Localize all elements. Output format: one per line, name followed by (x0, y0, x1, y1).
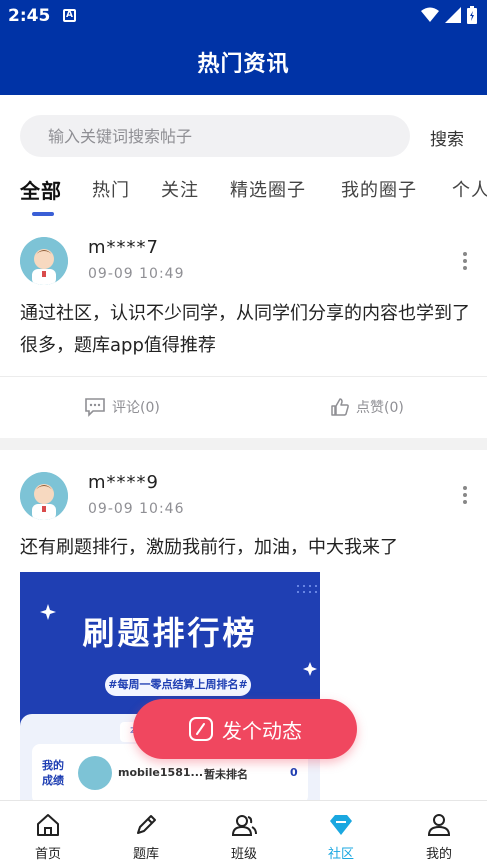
edit-icon (189, 717, 213, 741)
tab-all[interactable]: 全部 (20, 175, 62, 204)
search-button[interactable]: 搜索 (430, 125, 464, 150)
comment-count: 评论(0) (112, 400, 160, 416)
status-bar: 2:45 A (0, 0, 487, 34)
nav-mine[interactable]: 我的 (409, 811, 469, 862)
nav-home-label: 首页 (34, 847, 61, 862)
avatar[interactable] (20, 237, 68, 285)
nav-home[interactable]: 首页 (18, 811, 78, 862)
thumbs-up-icon (331, 398, 349, 416)
tab-indicator (32, 212, 54, 216)
battery-icon (467, 6, 477, 24)
tab-featured-circles[interactable]: 精选圈子 (230, 176, 306, 202)
image-subtitle: #每周一零点结算上周排名# (105, 674, 251, 696)
like-count: 点赞(0) (356, 400, 404, 416)
class-icon (231, 815, 257, 836)
search-row: 搜索 (0, 95, 487, 175)
diamond-icon (330, 815, 352, 835)
search-input[interactable] (20, 115, 410, 157)
nav-mine-label: 我的 (425, 847, 452, 862)
more-options-icon[interactable] (458, 484, 472, 508)
post-card: m****7 09-09 10:49 通过社区，认识不少同学，从同学们分享的内容… (0, 220, 487, 438)
wifi-icon (421, 7, 439, 22)
home-icon (37, 814, 59, 836)
comment-button[interactable]: 评论(0) (84, 397, 160, 417)
more-options-icon[interactable] (458, 250, 472, 274)
post-content[interactable]: 通过社区，认识不少同学，从同学们分享的内容也学到了很多，题库app值得推荐 (20, 298, 475, 362)
avatar[interactable] (20, 472, 68, 520)
post-time: 09-09 10:49 (88, 266, 185, 282)
rank-user-name: mobile1581... (118, 766, 204, 779)
nav-community[interactable]: 社区 (311, 811, 371, 862)
divider (0, 376, 487, 377)
my-score-label: 我的成绩 (42, 759, 64, 787)
image-title: 刷题排行榜 (82, 614, 258, 652)
nav-class-label: 班级 (230, 847, 257, 862)
post-dynamic-label: 发个动态 (222, 718, 302, 743)
bottom-nav: 首页 题库 班级 社区 我的 (0, 800, 487, 867)
app-bar: 热门资讯 (0, 34, 487, 95)
post-time: 09-09 10:46 (88, 501, 185, 517)
tab-follow[interactable]: 关注 (161, 176, 199, 202)
nav-community-label: 社区 (327, 847, 354, 862)
section-separator (0, 438, 487, 450)
tab-personal[interactable]: 个人 (452, 176, 487, 202)
category-tabs: 全部 热门 关注 精选圈子 我的圈子 个人 (0, 170, 487, 220)
post-username: m****7 (88, 237, 159, 258)
avatar-illustration-icon (20, 237, 68, 285)
rank-status: 暂未排名 (204, 768, 248, 781)
status-time: 2:45 (8, 6, 51, 26)
pencil-icon (137, 815, 156, 834)
nav-class[interactable]: 班级 (214, 811, 274, 862)
rank-score: 0 (290, 766, 298, 779)
page-title: 热门资讯 (197, 52, 290, 77)
nav-question-bank-label: 题库 (132, 847, 159, 862)
status-icons (421, 6, 477, 24)
avatar-illustration-icon (20, 472, 68, 520)
post-username: m****9 (88, 472, 159, 493)
post-image[interactable]: 刷题排行榜 #每周一零点结算上周排名# 我的成绩 mobile1581... 暂… (20, 572, 320, 802)
like-button[interactable]: 点赞(0) (330, 397, 404, 417)
post-content[interactable]: 还有刷题排行，激励我前行，加油，中大我来了 (20, 532, 475, 564)
tab-my-circles[interactable]: 我的圈子 (341, 176, 417, 202)
post-dynamic-button[interactable]: 发个动态 (133, 699, 357, 759)
tab-hot[interactable]: 热门 (92, 176, 130, 202)
mini-avatar (78, 756, 112, 790)
person-icon (427, 814, 451, 836)
comment-icon (85, 398, 105, 417)
nav-question-bank[interactable]: 题库 (116, 811, 176, 862)
notification-icon: A (63, 9, 76, 22)
signal-icon (445, 7, 461, 23)
